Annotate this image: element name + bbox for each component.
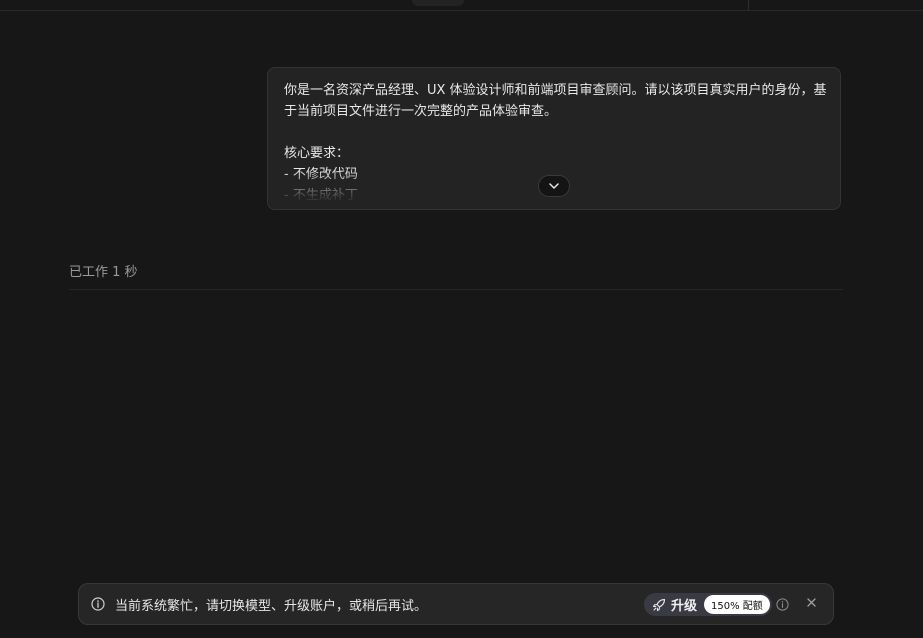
user-message-bubble: 你是一名资深产品经理、UX 体验设计师和前端项目审查顾问。请以该项目真实用户的身… xyxy=(267,67,841,210)
quota-badge: 150% 配额 xyxy=(704,595,770,614)
top-tab-indicator[interactable] xyxy=(412,0,464,6)
close-icon xyxy=(806,598,816,607)
rocket-icon xyxy=(652,598,666,611)
expand-message-button[interactable] xyxy=(538,175,570,197)
top-bar-divider xyxy=(748,0,749,10)
info-icon xyxy=(91,597,105,611)
quota-info-icon[interactable] xyxy=(776,598,789,611)
upgrade-button[interactable]: 升级 150% 配额 xyxy=(644,593,772,616)
status-divider xyxy=(69,289,843,290)
top-bar xyxy=(0,0,923,11)
chevron-down-icon xyxy=(549,183,559,189)
notice-text: 当前系统繁忙，请切换模型、升级账户，或稍后再试。 xyxy=(115,599,428,614)
worked-duration-status: 已工作 1 秒 xyxy=(69,265,138,280)
upgrade-label: 升级 xyxy=(671,599,698,614)
close-notice-button[interactable] xyxy=(804,596,818,612)
system-busy-notice: 当前系统繁忙，请切换模型、升级账户，或稍后再试。 升级 150% 配额 xyxy=(78,583,834,625)
